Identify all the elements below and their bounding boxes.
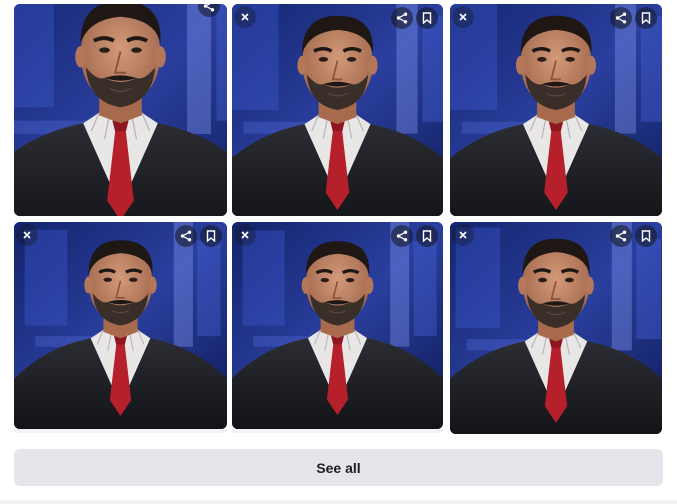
- share-button[interactable]: [610, 7, 632, 29]
- portrait-photo: [232, 222, 443, 429]
- save-button[interactable]: [416, 7, 438, 29]
- portrait-photo: [14, 4, 227, 216]
- bookmark-icon: [422, 12, 432, 24]
- see-all-label: See all: [316, 459, 361, 476]
- save-button[interactable]: [416, 225, 438, 247]
- bookmark-icon: [641, 230, 651, 242]
- share-button[interactable]: [391, 225, 413, 247]
- share-icon: [180, 230, 192, 242]
- divider: [0, 500, 677, 504]
- close-button[interactable]: [452, 6, 474, 28]
- image-tile[interactable]: [232, 4, 443, 216]
- image-tile[interactable]: [450, 4, 662, 216]
- close-icon: [241, 231, 249, 239]
- portrait-photo: [450, 4, 662, 216]
- share-button[interactable]: [391, 7, 413, 29]
- close-button[interactable]: [234, 224, 256, 246]
- save-button[interactable]: [635, 225, 657, 247]
- image-tile[interactable]: [14, 4, 227, 216]
- bookmark-icon: [641, 12, 651, 24]
- image-tile[interactable]: [14, 222, 227, 429]
- share-icon: [615, 230, 627, 242]
- share-button[interactable]: [610, 225, 632, 247]
- share-icon: [396, 12, 408, 24]
- portrait-photo: [14, 222, 227, 429]
- share-button[interactable]: [175, 225, 197, 247]
- portrait-photo: [232, 4, 443, 216]
- close-button[interactable]: [452, 224, 474, 246]
- bookmark-icon: [422, 230, 432, 242]
- close-icon: [23, 231, 31, 239]
- bookmark-icon: [206, 230, 216, 242]
- image-grid: [0, 0, 677, 440]
- tile-caption-strip: [232, 429, 443, 433]
- share-icon: [396, 230, 408, 242]
- image-tile[interactable]: [450, 222, 662, 434]
- image-results-panel: See all: [0, 0, 677, 504]
- see-all-button[interactable]: See all: [14, 449, 663, 486]
- close-icon: [459, 13, 467, 21]
- close-icon: [241, 13, 249, 21]
- share-icon: [615, 12, 627, 24]
- image-tile[interactable]: [232, 222, 443, 429]
- save-button[interactable]: [635, 7, 657, 29]
- close-button[interactable]: [16, 224, 38, 246]
- close-icon: [459, 231, 467, 239]
- save-button[interactable]: [200, 225, 222, 247]
- close-button[interactable]: [234, 6, 256, 28]
- tile-caption-strip: [14, 429, 227, 433]
- share-icon: [203, 4, 215, 12]
- portrait-photo: [450, 222, 662, 434]
